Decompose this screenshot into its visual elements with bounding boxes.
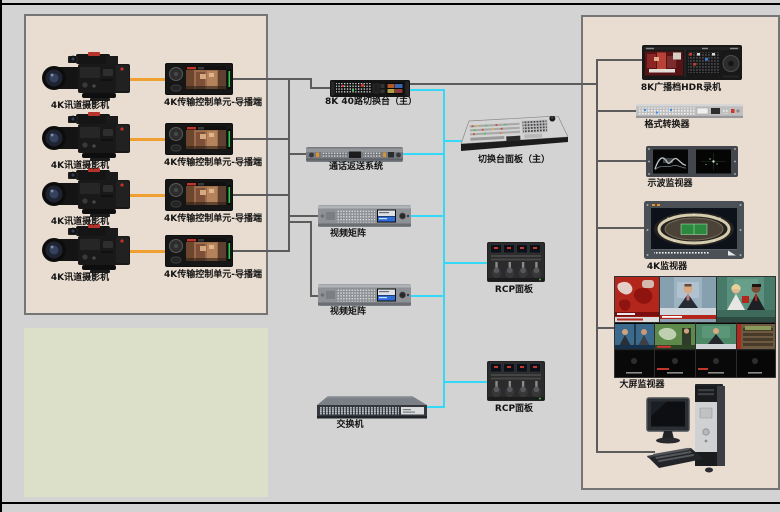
camera-3-image: [42, 168, 152, 218]
control-panel-image: [456, 116, 568, 154]
cyan-rcp2: [443, 381, 489, 383]
cyan-network-switch: [426, 406, 443, 408]
camera-2-image: [42, 112, 152, 162]
bottom-border-rule: [0, 502, 780, 504]
line-unit1-out: [232, 78, 312, 80]
hdr-recorder-image: [642, 45, 742, 80]
format-converter-label: 格式转换器: [644, 121, 689, 131]
video-matrix-2-label: 视频矩阵: [330, 308, 366, 318]
transmission-unit-2-image: [165, 123, 233, 155]
transmission-unit-1-image: [165, 63, 233, 95]
broadcast-workflow-diagram: 4K讯道摄影机 4K讯道摄影机 4K讯道摄影机 4K讯道摄影机 4K传输控制单元…: [0, 0, 780, 512]
bus-right: [596, 59, 598, 453]
line-unit2-out: [232, 138, 290, 140]
camera-2-label: 4K讯道摄影机: [51, 162, 109, 172]
line-to-matrix1: [288, 215, 320, 217]
camera-4-label: 4K讯道摄影机: [51, 274, 109, 284]
transmission-unit-4-label: 4K传输控制单元-导播端: [164, 271, 262, 281]
intercom-label: 通话返送系统: [329, 163, 383, 173]
line-to-matrix2-b: [310, 221, 312, 297]
line-switcher-to-rack: [410, 83, 598, 85]
rcp-panel-1-image: [487, 242, 545, 282]
video-matrix-1-label: 视频矩阵: [330, 230, 366, 240]
waveform-monitor-image: [646, 146, 738, 177]
transmission-unit-2-label: 4K传输控制单元-导播端: [164, 159, 262, 169]
rcp-panel-1-label: RCP面板: [495, 286, 533, 296]
waveform-monitor-label: 示波监视器: [647, 180, 692, 190]
line-to-matrix2-a: [288, 221, 312, 223]
cyan-rcp1: [443, 262, 489, 264]
video-matrix-2-image: [318, 284, 411, 306]
network-switch-label: 交换机: [336, 421, 363, 431]
line-unit4-out: [232, 250, 290, 252]
cyan-matrix1: [410, 215, 443, 217]
empty-plan-area: [24, 328, 268, 497]
format-converter-image: [636, 104, 743, 118]
multiview-monitor-image: [614, 276, 776, 378]
hdr-recorder-label: 8K广播档HDR录机: [641, 84, 721, 94]
cyan-matrix2: [411, 295, 443, 297]
video-matrix-1-image: [318, 205, 411, 227]
multiview-monitor-label: 大屏监视器: [619, 381, 664, 391]
camera-1-image: [42, 52, 152, 102]
transmission-unit-3-label: 4K传输控制单元-导播端: [164, 215, 262, 225]
network-switch-image: [317, 392, 427, 420]
control-panel-label: 切换台面板（主）: [478, 156, 550, 166]
left-border-rule: [0, 0, 2, 512]
cyan-switcher: [410, 89, 445, 91]
line-to-recorder: [596, 59, 644, 61]
switcher-8k-image: [330, 80, 410, 97]
rcp-panel-2-label: RCP面板: [495, 405, 533, 415]
line-to-converter: [596, 110, 638, 112]
transmission-unit-3-image: [165, 179, 233, 211]
line-to-waveform: [596, 160, 648, 162]
line-to-4k-monitor: [596, 227, 646, 229]
monitor-4k-image: [644, 201, 744, 259]
monitor-4k-label: 4K监视器: [647, 263, 687, 273]
intercom-system-image: [306, 147, 403, 162]
line-to-intercom: [288, 153, 308, 155]
workstation-computer-image: [645, 384, 735, 476]
rcp-panel-2-image: [487, 361, 545, 401]
line-unit3-out: [232, 194, 290, 196]
transmission-unit-4-image: [165, 235, 233, 267]
camera-4-image: [42, 224, 152, 274]
bus-cyan: [443, 89, 445, 408]
switcher-8k-label: 8K 40路切换台（主）: [325, 98, 417, 108]
camera-1-label: 4K讯道摄影机: [51, 102, 109, 112]
bus-left: [288, 78, 290, 252]
transmission-unit-1-label: 4K传输控制单元-导播端: [164, 99, 262, 109]
camera-3-label: 4K讯道摄影机: [51, 218, 109, 228]
cyan-intercom: [402, 153, 443, 155]
top-border-rule: [0, 3, 780, 5]
